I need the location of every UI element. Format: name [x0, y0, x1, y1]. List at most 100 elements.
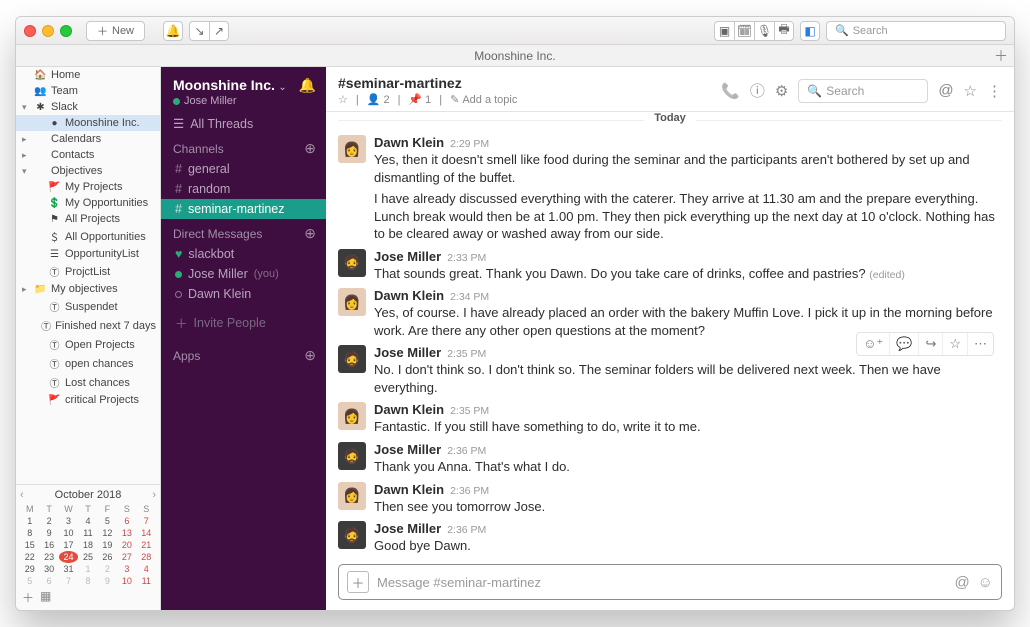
calendar-day[interactable]: 16 [39, 539, 58, 551]
calendar-day[interactable]: 4 [78, 515, 97, 527]
phone-in-icon[interactable]: ↘ [189, 21, 209, 41]
add-app-button[interactable]: ⊕ [304, 347, 316, 364]
calendar-day[interactable]: 30 [39, 563, 58, 575]
mentions-icon[interactable]: @ [938, 82, 953, 99]
minimize-window[interactable] [42, 25, 54, 37]
star-icon[interactable]: ☆ [338, 93, 348, 106]
cal-next[interactable]: › [152, 489, 156, 501]
mic-icon[interactable]: 🎙 [754, 21, 774, 41]
calendar-day[interactable]: 3 [59, 515, 78, 527]
outline-item[interactable]: ▾✱Slack [16, 99, 160, 115]
calendar-day[interactable]: 14 [137, 527, 156, 539]
calendar-day[interactable]: 31 [59, 563, 78, 575]
outline-item[interactable]: 👥Team [16, 83, 160, 99]
channel-search[interactable]: 🔍 Search [798, 79, 928, 103]
channel-item[interactable]: #general [161, 159, 326, 179]
calendar-day[interactable]: 28 [137, 551, 156, 563]
add-topic[interactable]: ✎ Add a topic [450, 93, 517, 106]
outline-item[interactable]: 🏠Home [16, 67, 160, 83]
call-icon[interactable]: 📞 [721, 82, 740, 100]
calendar-day[interactable]: 10 [59, 527, 78, 539]
outline-item[interactable]: ▸📁My objectives [16, 281, 160, 297]
outline-item[interactable]: ▾Objectives [16, 163, 160, 179]
outline-item[interactable]: ⓉProjctList [16, 262, 160, 281]
outline-item[interactable]: ⓉFinished next 7 days [16, 316, 160, 335]
member-count[interactable]: 👤 2 [367, 93, 390, 106]
outline-item[interactable]: 💲My Opportunities [16, 195, 160, 211]
calendar-day[interactable]: 2 [98, 563, 117, 575]
calendar-day[interactable]: 12 [98, 527, 117, 539]
message-list[interactable]: 👩Dawn Klein2:29 PMYes, then it doesn't s… [326, 112, 1014, 558]
calendar-day[interactable]: 11 [78, 527, 97, 539]
calendar-day[interactable]: 9 [98, 575, 117, 587]
calendar-day[interactable]: 26 [98, 551, 117, 563]
add-tab-button[interactable]: ＋ [994, 46, 1008, 66]
outline-item[interactable]: ＄All Opportunities [16, 227, 160, 246]
calendar-day[interactable]: 5 [98, 515, 117, 527]
calendar-day[interactable]: 9 [39, 527, 58, 539]
calendar-day[interactable]: 18 [78, 539, 97, 551]
bookmark-icon[interactable]: ☆ [943, 333, 968, 355]
outline-item[interactable]: 🚩My Projects [16, 179, 160, 195]
outline-item[interactable]: ●Moonshine Inc. [16, 115, 160, 131]
print-icon[interactable]: 🖶 [774, 21, 794, 41]
outline-item[interactable]: ▸Calendars [16, 131, 160, 147]
invite-people[interactable]: ＋ Invite People [161, 310, 326, 335]
calendar-day[interactable]: 25 [78, 551, 97, 563]
mention-icon[interactable]: @ [954, 574, 969, 591]
calendar-day[interactable]: 5 [20, 575, 39, 587]
outline-item[interactable]: Ⓣopen chances [16, 354, 160, 373]
calendar-day[interactable]: 10 [117, 575, 136, 587]
calendar-day[interactable]: 21 [137, 539, 156, 551]
bell-icon[interactable]: 🔔 [163, 21, 183, 41]
more-icon[interactable]: ⋮ [987, 82, 1002, 100]
phone-out-icon[interactable]: ↗ [209, 21, 229, 41]
calendar-day[interactable]: 17 [59, 539, 78, 551]
calendar-day[interactable]: 1 [78, 563, 97, 575]
calendar-day[interactable]: 4 [137, 563, 156, 575]
cal-grid-icon[interactable]: ▦ [40, 589, 51, 606]
outline-item[interactable]: ▸Contacts [16, 147, 160, 163]
settings-icon[interactable]: ⚙ [775, 82, 788, 100]
calendar-day[interactable]: 6 [117, 515, 136, 527]
outline-item[interactable]: ⓉSuspendet [16, 297, 160, 316]
outline-item[interactable]: ☰OpportunityList [16, 246, 160, 262]
new-button[interactable]: ＋ New [86, 21, 145, 41]
outline-item[interactable]: ⚑All Projects [16, 211, 160, 227]
calendar-day[interactable]: 23 [39, 551, 58, 563]
more-actions-icon[interactable]: ⋯ [968, 333, 993, 355]
cal-prev[interactable]: ‹ [20, 489, 24, 501]
channel-item[interactable]: #seminar-martinez [161, 199, 326, 219]
dm-item[interactable]: Dawn Klein [161, 284, 326, 304]
message-composer[interactable]: ＋ Message #seminar-martinez @ ☺ [338, 564, 1002, 600]
calendar-day[interactable]: 24 [59, 551, 78, 563]
calendar-day[interactable]: 3 [117, 563, 136, 575]
add-reaction-icon[interactable]: ☺⁺ [857, 333, 890, 355]
calendar-day[interactable]: 20 [117, 539, 136, 551]
zoom-window[interactable] [60, 25, 72, 37]
star-channel-icon[interactable]: ☆ [964, 82, 977, 100]
outline-item[interactable]: 🚩critical Projects [16, 392, 160, 408]
toolbar-search[interactable]: 🔍 Search [826, 21, 1006, 41]
calendar-day[interactable]: 7 [59, 575, 78, 587]
calendar-day[interactable]: 29 [20, 563, 39, 575]
outline-item[interactable]: ⓉOpen Projects [16, 335, 160, 354]
dm-item[interactable]: ♥slackbot [161, 244, 326, 264]
close-window[interactable] [24, 25, 36, 37]
calendar-day[interactable]: 27 [117, 551, 136, 563]
calendar-day[interactable]: 8 [78, 575, 97, 587]
share-icon[interactable]: ↪ [919, 333, 943, 355]
calendar-day[interactable]: 7 [137, 515, 156, 527]
calendar-grid[interactable]: MTWTFSS123456789101112131415161718192021… [20, 503, 156, 587]
notifications-icon[interactable]: 🔔 [299, 77, 316, 94]
calendar-day[interactable]: 2 [39, 515, 58, 527]
calendar-day[interactable]: 1 [20, 515, 39, 527]
thread-icon[interactable]: 💬 [890, 333, 919, 355]
calendar-day[interactable]: 19 [98, 539, 117, 551]
calendar-day[interactable]: 15 [20, 539, 39, 551]
attach-button[interactable]: ＋ [347, 571, 369, 593]
calendar-day[interactable]: 6 [39, 575, 58, 587]
workspace-header[interactable]: Moonshine Inc. ⌄ Jose Miller 🔔 [161, 67, 326, 113]
info-icon[interactable]: ⓘ [750, 80, 765, 101]
all-threads[interactable]: ☰ All Threads [161, 113, 326, 134]
